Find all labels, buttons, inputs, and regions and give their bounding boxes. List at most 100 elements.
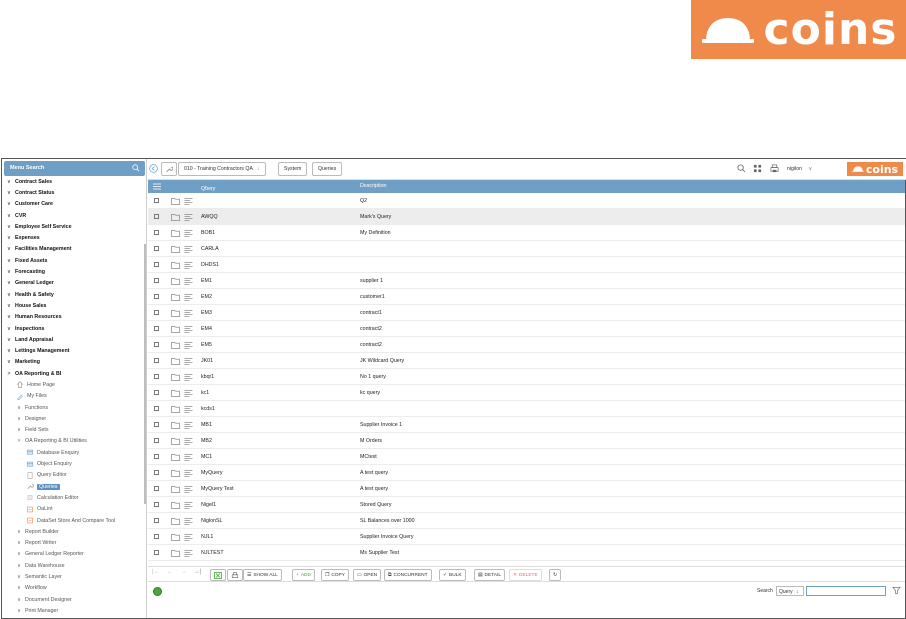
table-row[interactable]: MyQuery Test A test query (148, 481, 905, 497)
folder-icon[interactable] (171, 357, 180, 365)
first-page-icon[interactable]: |← (152, 569, 160, 575)
sidebar-item[interactable]: > OA Reporting & BI (2, 368, 144, 379)
search-icon[interactable] (737, 164, 746, 173)
detail-lines-icon[interactable] (184, 197, 193, 205)
table-row[interactable]: EM4 contract2 (148, 321, 905, 337)
sidebar-item[interactable]: Home Page (2, 379, 144, 390)
row-checkbox[interactable] (154, 278, 159, 283)
table-row[interactable]: kcds1 (148, 401, 905, 417)
menu-icon[interactable] (153, 183, 161, 190)
row-checkbox[interactable] (154, 550, 159, 555)
detail-lines-icon[interactable] (184, 293, 193, 301)
detail-lines-icon[interactable] (184, 389, 193, 397)
breadcrumb-queries[interactable]: Queries (312, 162, 343, 176)
search-input[interactable] (806, 586, 886, 596)
detail-lines-icon[interactable] (184, 549, 193, 557)
detail-lines-icon[interactable] (184, 469, 193, 477)
sidebar-item[interactable]: ∨ Designer (2, 413, 144, 424)
sidebar-item[interactable]: ∨ Report Writer (2, 538, 144, 549)
sidebar-item[interactable]: ∨ Facilities Management (2, 244, 144, 255)
sidebar-item[interactable]: ∨ General Ledger (2, 278, 144, 289)
row-checkbox[interactable] (154, 406, 159, 411)
detail-lines-icon[interactable] (184, 517, 193, 525)
sidebar-item[interactable]: ∨ CVR (2, 210, 144, 221)
detail-lines-icon[interactable] (184, 437, 193, 445)
table-row[interactable]: EM3 contract1 (148, 305, 905, 321)
detail-lines-icon[interactable] (184, 229, 193, 237)
detail-lines-icon[interactable] (184, 309, 193, 317)
sidebar-item[interactable]: ∨ Functions (2, 402, 144, 413)
detail-lines-icon[interactable] (184, 277, 193, 285)
grid-apps-icon[interactable] (753, 164, 762, 173)
row-checkbox[interactable] (154, 534, 159, 539)
sidebar-item[interactable]: ∨ Lettings Management (2, 345, 144, 356)
print-button[interactable] (227, 569, 243, 581)
sidebar-item[interactable]: Calculation Editor (2, 492, 144, 503)
folder-icon[interactable] (171, 245, 180, 253)
column-header-description[interactable]: Description (360, 183, 387, 189)
table-row[interactable]: Q2 (148, 193, 905, 209)
detail-button[interactable]: ▤ DETAIL (474, 569, 505, 581)
arrow-left-icon[interactable] (149, 164, 158, 173)
folder-icon[interactable] (171, 197, 180, 205)
row-checkbox[interactable] (154, 342, 159, 347)
sidebar-item[interactable]: ∨ Health & Safety (2, 289, 144, 300)
row-checkbox[interactable] (154, 502, 159, 507)
row-checkbox[interactable] (154, 198, 159, 203)
sidebar-item[interactable]: ∨ House Sales (2, 300, 144, 311)
folder-icon[interactable] (171, 341, 180, 349)
sidebar-item[interactable]: ∨ Report Builder (2, 526, 144, 537)
row-checkbox[interactable] (154, 246, 159, 251)
detail-lines-icon[interactable] (184, 405, 193, 413)
detail-lines-icon[interactable] (184, 357, 193, 365)
row-checkbox[interactable] (154, 230, 159, 235)
row-checkbox[interactable] (154, 518, 159, 523)
sidebar-item[interactable]: ∨ Customer Care (2, 199, 144, 210)
sidebar-item[interactable]: ∨ General Ledger Reporter (2, 549, 144, 560)
detail-lines-icon[interactable] (184, 261, 193, 269)
sidebar-item[interactable]: Queries (2, 481, 144, 492)
bulk-button[interactable]: ✓ BULK (439, 569, 466, 581)
sidebar-item[interactable]: ∨ Document Designer (2, 594, 144, 605)
prev-page-icon[interactable]: ← (167, 569, 173, 575)
delete-button[interactable]: ✕ DELETE (509, 569, 542, 581)
row-checkbox[interactable] (154, 294, 159, 299)
folder-icon[interactable] (171, 405, 180, 413)
detail-lines-icon[interactable] (184, 245, 193, 253)
sidebar-item[interactable]: ∨ Workflow (2, 583, 144, 594)
sidebar-item[interactable]: OaLint (2, 504, 144, 515)
detail-lines-icon[interactable] (184, 485, 193, 493)
table-row[interactable]: kbqr1 No 1 query (148, 369, 905, 385)
sidebar-item[interactable]: ∨ Print Manager (2, 605, 144, 616)
sidebar-item[interactable]: ∨ Data Warehouse (2, 560, 144, 571)
sidebar-item[interactable]: ∨ Contract Status (2, 187, 144, 198)
sidebar-item[interactable]: Object Enquiry (2, 458, 144, 469)
folder-icon[interactable] (171, 533, 180, 541)
folder-icon[interactable] (171, 437, 180, 445)
detail-lines-icon[interactable] (184, 325, 193, 333)
menu-search-input[interactable]: Menu Search (4, 161, 145, 176)
table-row[interactable]: NJLTEST Ms Supplier Test (148, 545, 905, 561)
breadcrumb-system[interactable]: System (278, 162, 308, 176)
folder-icon[interactable] (171, 485, 180, 493)
row-checkbox[interactable] (154, 454, 159, 459)
row-checkbox[interactable] (154, 422, 159, 427)
folder-icon[interactable] (171, 309, 180, 317)
sidebar-item[interactable]: Database Enquiry (2, 447, 144, 458)
detail-lines-icon[interactable] (184, 341, 193, 349)
table-row[interactable]: CARLA (148, 241, 905, 257)
wrench-button[interactable] (161, 162, 177, 176)
sidebar-item[interactable]: ∨ Forecasting (2, 266, 144, 277)
user-menu[interactable]: nigilon ∨ (787, 166, 812, 172)
excel-export-button[interactable] (210, 569, 226, 581)
row-checkbox[interactable] (154, 486, 159, 491)
table-row[interactable]: MB2 M Orders (148, 433, 905, 449)
folder-icon[interactable] (171, 421, 180, 429)
table-row[interactable]: EM2 customer1 (148, 289, 905, 305)
open-button[interactable]: ▭ OPEN (353, 569, 382, 581)
sidebar-item[interactable]: ∨ Field Sets (2, 425, 144, 436)
table-row[interactable]: MB1 Supplier Invoice 1 (148, 417, 905, 433)
sidebar-item[interactable]: ∨ Land Appraisal (2, 334, 144, 345)
table-row[interactable]: AWQQ Mark's Query (148, 209, 905, 225)
sidebar-item[interactable]: ∨ Inspections (2, 323, 144, 334)
